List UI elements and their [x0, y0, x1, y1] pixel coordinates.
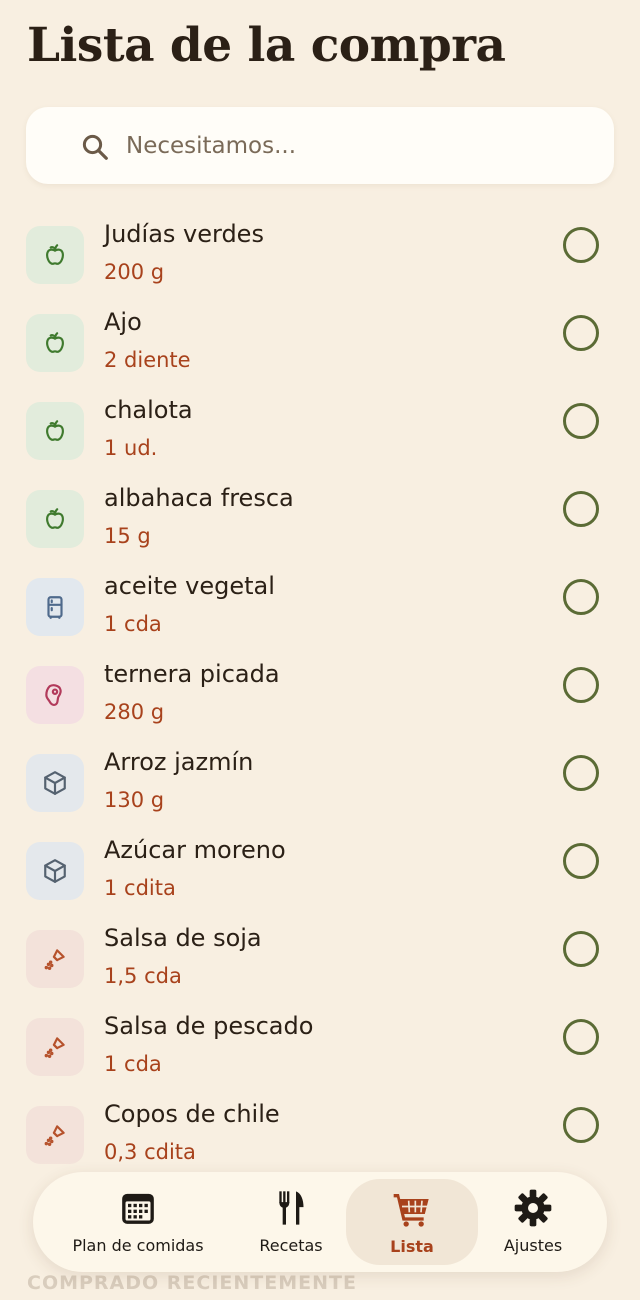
category-badge-pantry: [26, 842, 84, 900]
tab-meal-plan[interactable]: Plan de comidas: [53, 1172, 223, 1272]
item-checkbox[interactable]: [563, 667, 599, 703]
section-header-recent: COMPRADO RECIENTEMENTE: [27, 1272, 357, 1294]
spice-shaker-icon: [44, 1125, 65, 1146]
item-quantity: 200 g: [104, 260, 165, 284]
list-item[interactable]: ternera picada 280 g: [0, 660, 640, 754]
item-name: Ajo: [104, 308, 142, 336]
item-checkbox[interactable]: [563, 931, 599, 967]
apple-icon: [46, 332, 64, 353]
category-badge-produce: [26, 314, 84, 372]
item-name: Salsa de pescado: [104, 1012, 314, 1040]
search-input[interactable]: [124, 125, 608, 167]
apple-icon: [46, 420, 64, 441]
item-name: aceite vegetal: [104, 572, 275, 600]
item-quantity: 280 g: [104, 700, 165, 724]
item-name: Salsa de soja: [104, 924, 262, 952]
apple-icon: [46, 508, 64, 529]
item-checkbox[interactable]: [563, 403, 599, 439]
list-item[interactable]: chalota 1 ud.: [0, 396, 640, 490]
tab-settings[interactable]: Ajustes: [477, 1172, 589, 1272]
item-quantity: 1 cda: [104, 612, 162, 636]
item-name: Arroz jazmín: [104, 748, 254, 776]
item-quantity: 1 cda: [104, 1052, 162, 1076]
calendar-icon: [122, 1193, 154, 1224]
fridge-icon: [47, 596, 63, 619]
fork-knife-icon: [279, 1191, 304, 1225]
tab-label: Recetas: [259, 1236, 323, 1255]
spice-shaker-icon: [44, 1037, 65, 1058]
category-badge-spice: [26, 930, 84, 988]
bottom-nav: Plan de comidas Recetas Lista Ajustes: [33, 1172, 607, 1272]
item-checkbox[interactable]: [563, 315, 599, 351]
category-badge-produce: [26, 226, 84, 284]
list-item[interactable]: Salsa de soja 1,5 cda: [0, 924, 640, 1018]
item-name: Judías verdes: [104, 220, 264, 248]
item-checkbox[interactable]: [563, 1107, 599, 1143]
item-name: chalota: [104, 396, 193, 424]
item-name: albahaca fresca: [104, 484, 294, 512]
box-icon: [44, 859, 66, 883]
spice-shaker-icon: [44, 949, 65, 970]
meat-icon: [45, 684, 62, 706]
gear-icon: [514, 1189, 552, 1227]
item-name: Copos de chile: [104, 1100, 280, 1128]
box-icon: [44, 771, 66, 795]
category-badge-fridge: [26, 578, 84, 636]
category-badge-meat: [26, 666, 84, 724]
category-badge-spice: [26, 1018, 84, 1076]
item-checkbox[interactable]: [563, 1019, 599, 1055]
item-quantity: 130 g: [104, 788, 165, 812]
item-checkbox[interactable]: [563, 491, 599, 527]
category-badge-produce: [26, 402, 84, 460]
search-bar[interactable]: [26, 107, 614, 184]
list-item[interactable]: Salsa de pescado 1 cda: [0, 1012, 640, 1106]
tab-list[interactable]: Lista: [346, 1179, 478, 1265]
list-item[interactable]: albahaca fresca 15 g: [0, 484, 640, 578]
item-quantity: 15 g: [104, 524, 151, 548]
category-badge-pantry: [26, 754, 84, 812]
item-checkbox[interactable]: [563, 227, 599, 263]
tab-recipes[interactable]: Recetas: [229, 1172, 353, 1272]
page-title: Lista de la compra: [27, 18, 506, 73]
search-icon: [82, 134, 108, 160]
category-badge-spice: [26, 1106, 84, 1164]
category-badge-produce: [26, 490, 84, 548]
list-item[interactable]: Judías verdes 200 g: [0, 220, 640, 314]
item-quantity: 2 diente: [104, 348, 191, 372]
list-item[interactable]: aceite vegetal 1 cda: [0, 572, 640, 666]
item-checkbox[interactable]: [563, 579, 599, 615]
cart-icon: [393, 1194, 429, 1227]
item-quantity: 1 cdita: [104, 876, 176, 900]
item-quantity: 1,5 cda: [104, 964, 182, 988]
apple-icon: [46, 244, 64, 265]
list-item[interactable]: Azúcar moreno 1 cdita: [0, 836, 640, 930]
item-checkbox[interactable]: [563, 843, 599, 879]
tab-label: Ajustes: [503, 1236, 563, 1255]
tab-label: Plan de comidas: [72, 1236, 204, 1255]
list-item[interactable]: Arroz jazmín 130 g: [0, 748, 640, 842]
item-checkbox[interactable]: [563, 755, 599, 791]
list-item[interactable]: Ajo 2 diente: [0, 308, 640, 402]
item-name: Azúcar moreno: [104, 836, 286, 864]
item-quantity: 1 ud.: [104, 436, 158, 460]
tab-label: Lista: [390, 1237, 434, 1256]
item-name: ternera picada: [104, 660, 280, 688]
